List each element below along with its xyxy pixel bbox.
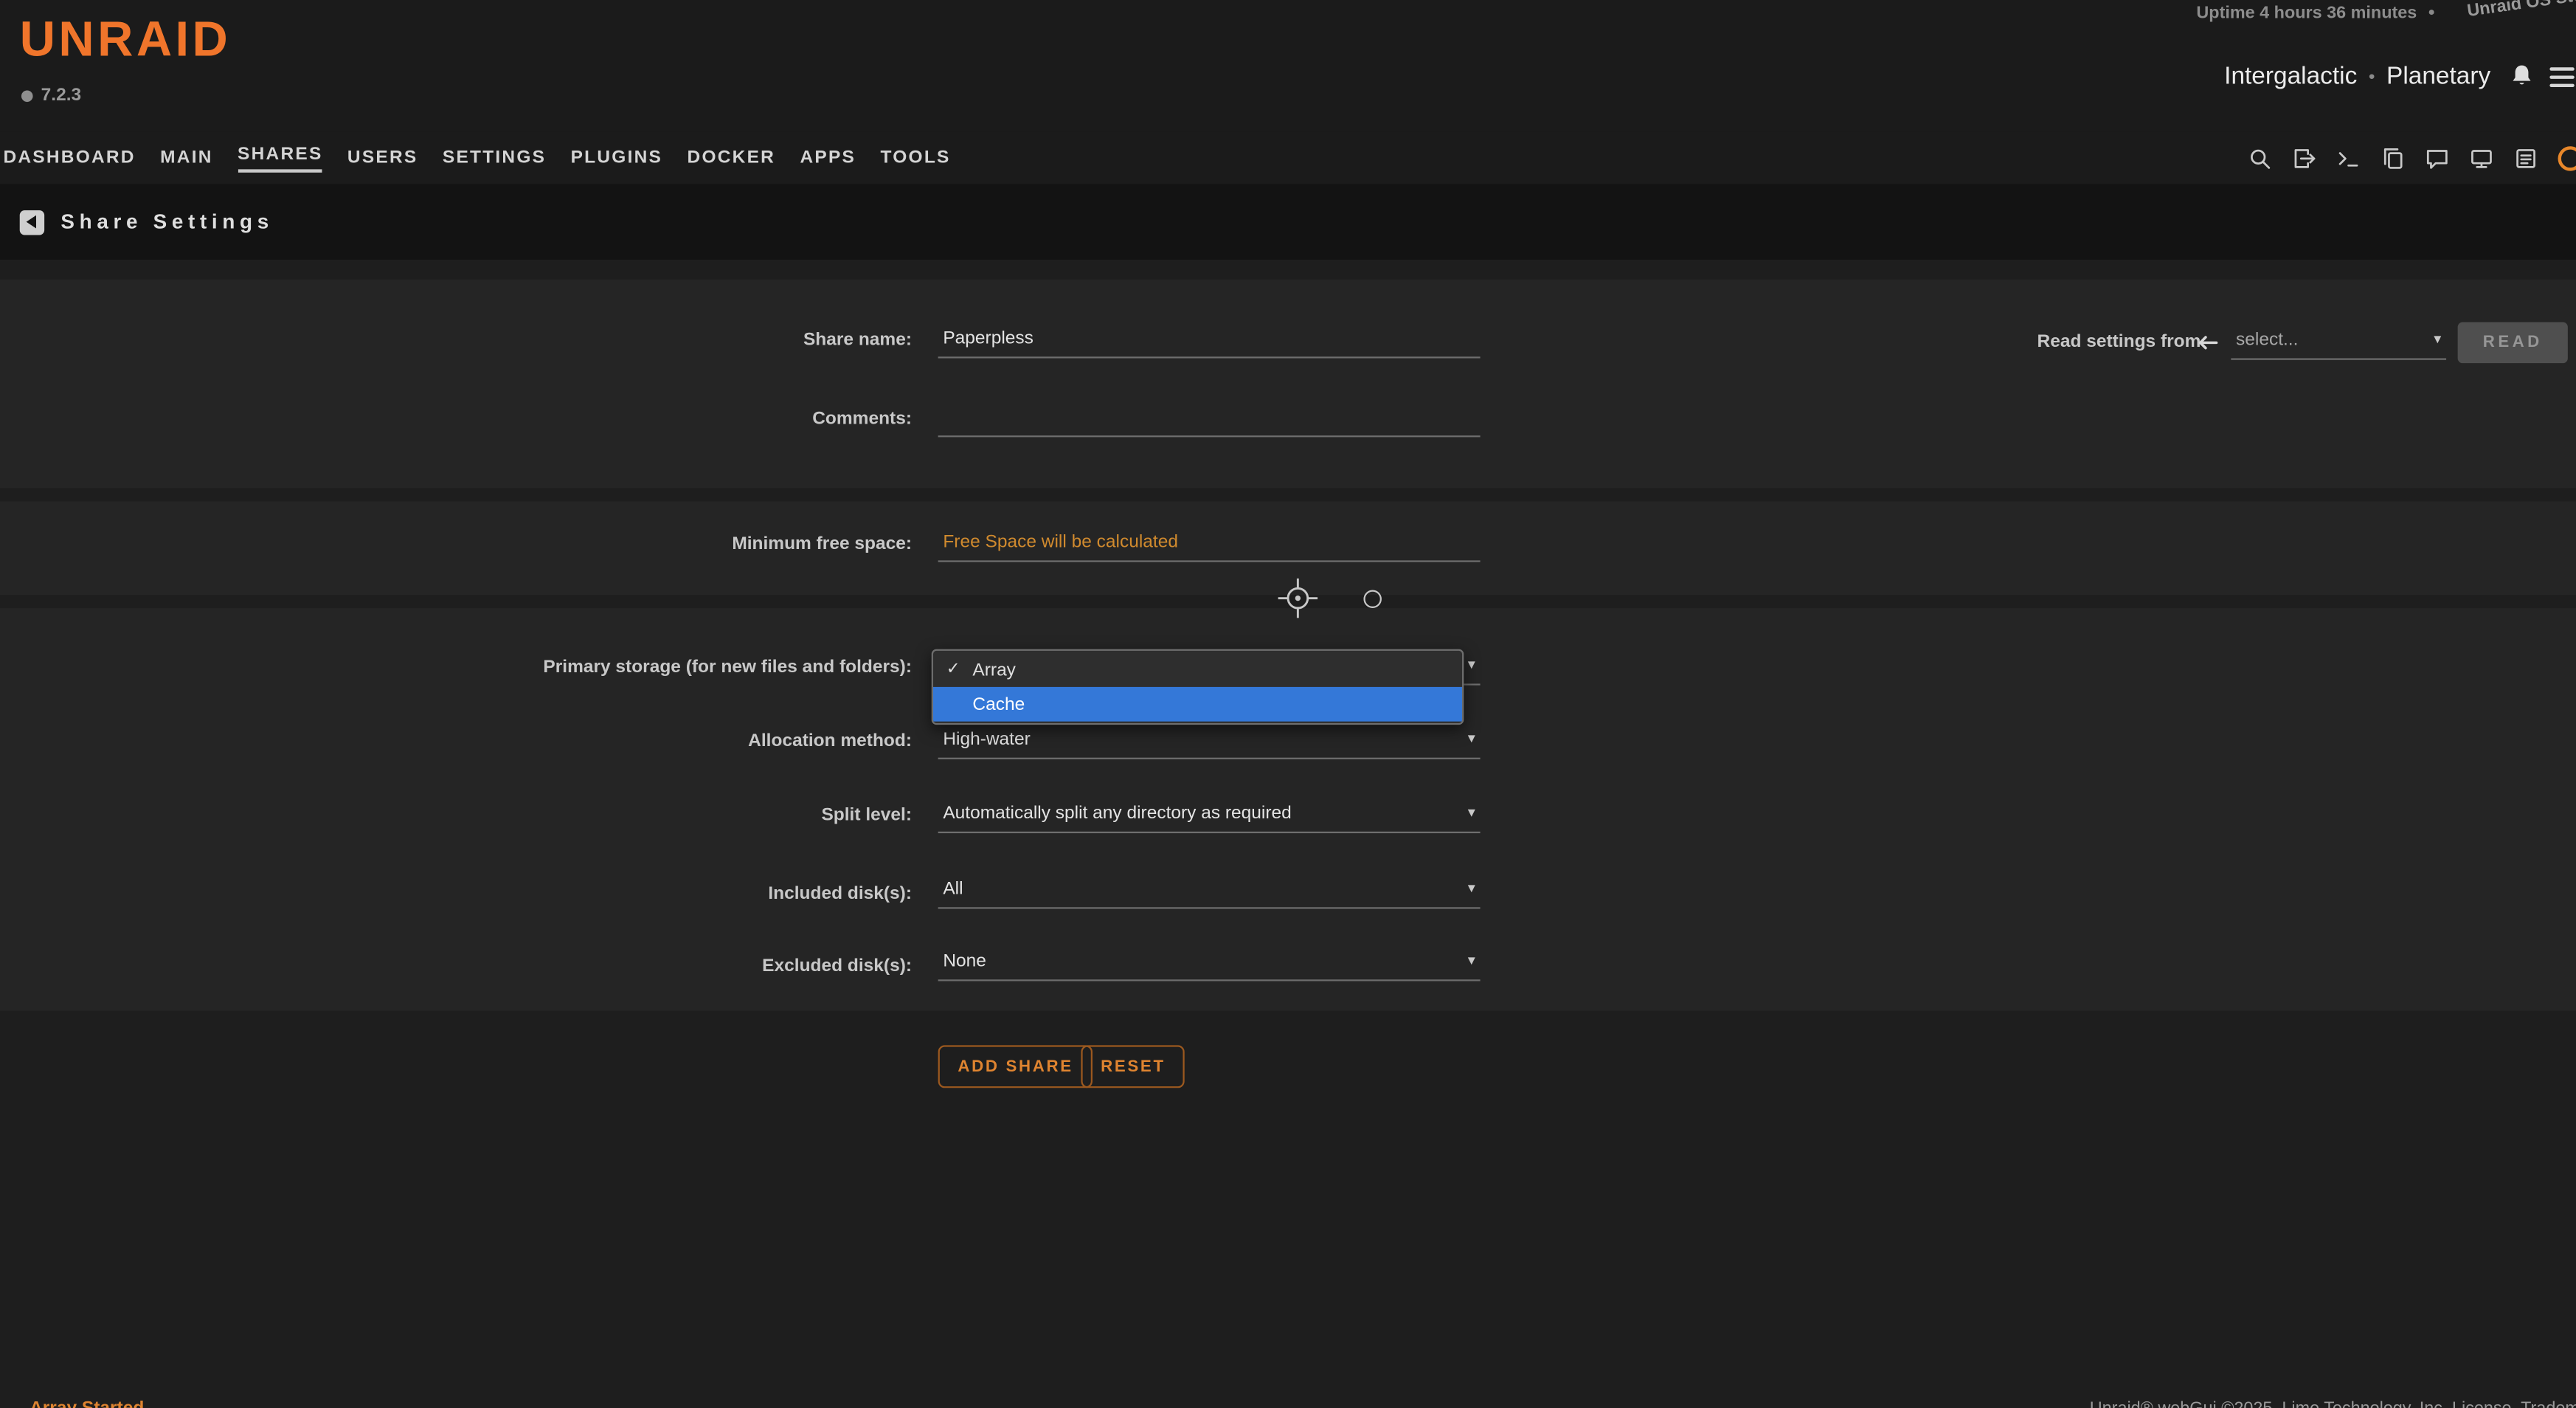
add-share-button[interactable]: ADD SHARE — [938, 1045, 1093, 1088]
primary-storage-dropdown: ✓ Array Cache — [932, 649, 1464, 725]
chevron-down-icon: ▾ — [1468, 951, 1475, 969]
os-ribbon-label: Unraid OS Stor — [2466, 0, 2576, 21]
footer-copyright: Unraid® webGui ©2025, Lime Technology, I… — [2090, 1398, 2576, 1408]
nav-item-main[interactable]: MAIN — [160, 148, 213, 168]
share-name-input[interactable] — [938, 319, 1481, 358]
nav-toolbar — [2248, 131, 2576, 184]
main-nav: DASHBOARD MAIN SHARES USERS SETTINGS PLU… — [0, 131, 2576, 184]
split-level-value: Automatically split any directory as req… — [943, 803, 1291, 823]
read-settings-from-label: Read settings from — [2037, 331, 2201, 353]
arrow-left-icon — [2195, 331, 2219, 355]
split-level-select[interactable]: Automatically split any directory as req… — [938, 794, 1481, 833]
notifications-bell-icon[interactable] — [2509, 63, 2535, 89]
form-band-identity — [0, 280, 2576, 489]
allocation-method-value: High-water — [943, 729, 1030, 749]
menu-icon[interactable] — [2549, 67, 2574, 87]
nav-item-users[interactable]: USERS — [347, 148, 418, 168]
excluded-disks-label: Excluded disk(s): — [419, 955, 912, 978]
share-name-label: Share name: — [419, 328, 912, 351]
chevron-down-icon: ▾ — [1468, 804, 1475, 821]
nav-item-settings[interactable]: SETTINGS — [443, 148, 546, 168]
array-status-label: Array Started — [30, 1398, 144, 1408]
dropdown-option-array[interactable]: ✓ Array — [933, 652, 1462, 687]
console-icon[interactable] — [2469, 145, 2493, 170]
copy-icon[interactable] — [2381, 145, 2405, 170]
included-disks-value: All — [943, 878, 963, 898]
reset-button[interactable]: RESET — [1081, 1045, 1185, 1088]
split-level-label: Split level: — [419, 804, 912, 826]
primary-storage-label: Primary storage (for new files and folde… — [419, 656, 912, 679]
read-settings-source-value: select... — [2236, 330, 2298, 350]
unraid-share-settings-page: UNRAID 7.2.3 Uptime 4 hours 36 minutes •… — [0, 0, 2576, 1408]
unraid-logo[interactable]: UNRAID — [20, 13, 232, 69]
sun-icon[interactable] — [2558, 145, 2576, 170]
version-dot-icon — [21, 89, 33, 101]
sign-out-icon[interactable] — [2292, 145, 2316, 170]
comments-label: Comments: — [419, 407, 912, 430]
page-title: Share Settings — [60, 210, 273, 233]
nav-item-plugins[interactable]: PLUGINS — [571, 148, 663, 168]
nav-item-docker[interactable]: DOCKER — [688, 148, 776, 168]
included-disks-label: Included disk(s): — [419, 883, 912, 905]
nav-item-apps[interactable]: APPS — [800, 148, 856, 168]
dropdown-option-cache[interactable]: Cache — [933, 687, 1462, 722]
excluded-disks-select[interactable]: None ▾ — [938, 942, 1481, 981]
terminal-icon[interactable] — [2336, 145, 2361, 170]
minimum-free-space-label: Minimum free space: — [419, 533, 912, 556]
uptime-text: Uptime 4 hours 36 minutes — [2196, 3, 2417, 23]
version-label: 7.2.3 — [21, 86, 81, 106]
check-icon: ✓ — [946, 660, 963, 678]
nav-items: DASHBOARD MAIN SHARES USERS SETTINGS PLU… — [3, 131, 950, 184]
chevron-down-icon: ▾ — [1468, 730, 1475, 748]
nav-item-dashboard[interactable]: DASHBOARD — [3, 148, 135, 168]
allocation-method-label: Allocation method: — [419, 730, 912, 753]
log-icon[interactable] — [2513, 145, 2538, 170]
included-disks-select[interactable]: All ▾ — [938, 869, 1481, 908]
page-title-bar: Share Settings — [0, 184, 2576, 259]
version-text: 7.2.3 — [41, 86, 81, 106]
feedback-icon[interactable] — [2425, 145, 2449, 170]
uptime-label: Uptime 4 hours 36 minutes • — [2196, 3, 2434, 23]
separator-dot: • — [2369, 66, 2375, 86]
dropdown-option-label: Array — [972, 660, 1016, 680]
crosshair-cursor-icon — [1273, 573, 1323, 623]
dropdown-option-label: Cache — [972, 694, 1025, 714]
chevron-down-icon: ▾ — [2434, 331, 2441, 348]
read-button[interactable]: READ — [2458, 322, 2568, 363]
comments-input[interactable] — [938, 398, 1481, 437]
chevron-down-icon: ▾ — [1468, 656, 1475, 674]
allocation-method-select[interactable]: High-water ▾ — [938, 719, 1481, 759]
server-name: Intergalactic — [2224, 63, 2357, 91]
excluded-disks-value: None — [943, 950, 986, 970]
server-description: Planetary — [2386, 63, 2490, 91]
server-identity: Intergalactic • Planetary — [2224, 63, 2490, 91]
nav-item-tools[interactable]: TOOLS — [881, 148, 951, 168]
back-icon[interactable] — [20, 210, 44, 234]
read-settings-source-select[interactable]: select... ▾ — [2231, 320, 2446, 359]
touch-circle-icon — [1363, 590, 1381, 608]
minimum-free-space-input[interactable] — [938, 522, 1481, 562]
separator-dot: • — [2428, 3, 2435, 23]
nav-item-shares[interactable]: SHARES — [238, 144, 322, 172]
search-icon[interactable] — [2248, 145, 2272, 170]
chevron-down-icon: ▾ — [1468, 879, 1475, 897]
